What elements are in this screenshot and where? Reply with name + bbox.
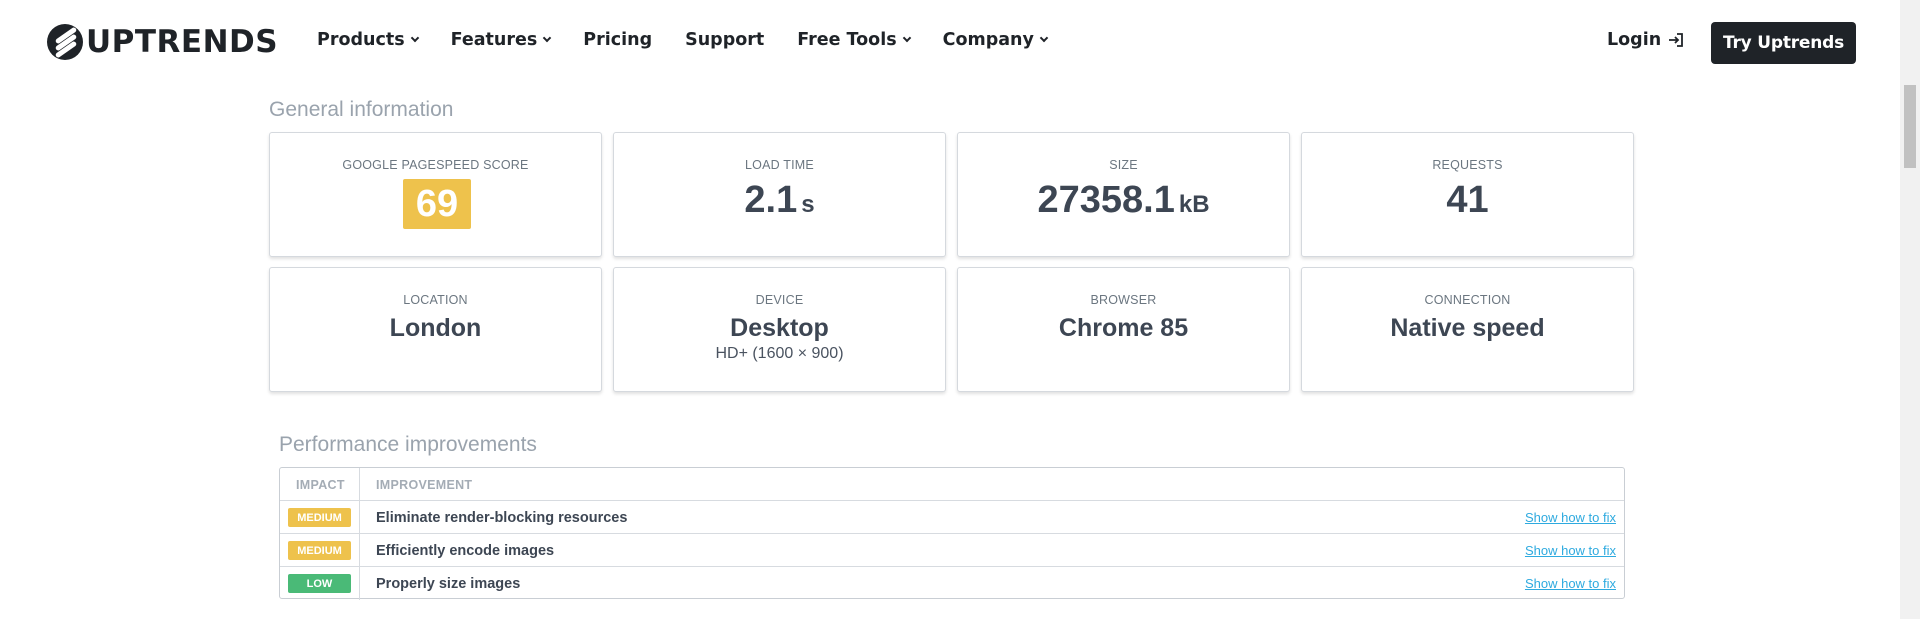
impact-badge: LOW [288,574,351,593]
size-card: SIZE 27358.1 kB [957,132,1290,257]
scrollbar-thumb[interactable] [1904,85,1916,168]
location-card: LOCATION London [269,267,602,392]
table-row: MEDIUM Efficiently encode images Show ho… [280,534,1624,567]
nav-features[interactable]: Features [451,30,552,50]
improvement-text: Properly size images [376,576,521,592]
nav-company[interactable]: Company [943,30,1049,50]
improvement-text: Eliminate render-blocking resources [376,510,628,526]
login-icon [1669,33,1684,47]
table-row: MEDIUM Eliminate render-blocking resourc… [280,501,1624,534]
chevron-down-icon [902,33,911,43]
browser-label: BROWSER [1090,293,1157,307]
location-label: LOCATION [403,293,468,307]
improvements-table: IMPACT IMPROVEMENT MEDIUM Eliminate rend… [279,467,1625,600]
requests-card: REQUESTS 41 [1301,132,1634,257]
pagespeed-card: GOOGLE PAGESPEED SCORE 69 [269,132,602,257]
load-time-card: LOAD TIME 2.1 s [613,132,946,257]
load-time-value: 2.1 s [744,179,815,221]
nav-products[interactable]: Products [317,30,419,50]
device-value: Desktop [730,314,829,342]
impact-badge: MEDIUM [288,541,351,560]
show-how-to-fix-link[interactable]: Show how to fix [1525,576,1616,591]
performance-title: Performance improvements [279,433,537,456]
size-value: 27358.1 kB [1037,179,1210,221]
location-value: London [389,314,482,342]
chevron-down-icon [543,33,552,43]
uptrends-logo[interactable]: UPTRENDS [47,24,278,60]
browser-card: BROWSER Chrome 85 [957,267,1290,392]
logo-mark-icon [47,24,83,60]
improvement-column-header: IMPROVEMENT [376,478,473,492]
table-row: LOW Properly size images Show how to fix [280,567,1624,600]
requests-label: REQUESTS [1432,158,1503,172]
impact-badge: MEDIUM [288,508,351,527]
table-header-row: IMPACT IMPROVEMENT [280,468,1624,501]
nav-pricing[interactable]: Pricing [583,30,652,50]
try-uptrends-button[interactable]: Try Uptrends [1711,22,1856,64]
device-label: DEVICE [755,293,804,307]
logo-text: UPTRENDS [86,24,279,60]
site-header: UPTRENDS Products Features Pricing Suppo… [0,0,1900,87]
connection-label: CONNECTION [1424,293,1511,307]
main-nav: Products Features Pricing Support Free T… [317,30,1080,50]
connection-value: Native speed [1390,314,1545,342]
nav-free-tools[interactable]: Free Tools [797,30,911,50]
pagespeed-label: GOOGLE PAGESPEED SCORE [342,158,529,172]
load-time-label: LOAD TIME [745,158,814,172]
chevron-down-icon [410,33,419,43]
requests-value: 41 [1446,179,1489,221]
page-scrollbar[interactable] [1900,0,1920,619]
impact-column-header: IMPACT [296,478,345,492]
improvement-text: Efficiently encode images [376,543,555,559]
login-link[interactable]: Login [1607,30,1685,50]
show-how-to-fix-link[interactable]: Show how to fix [1525,510,1616,525]
show-how-to-fix-link[interactable]: Show how to fix [1525,543,1616,558]
chevron-down-icon [1039,33,1049,43]
general-info-title: General information [269,98,454,121]
device-card: DEVICE Desktop HD+ (1600 × 900) [613,267,946,392]
nav-support[interactable]: Support [685,30,764,50]
connection-card: CONNECTION Native speed [1301,267,1634,392]
size-label: SIZE [1109,158,1138,172]
device-resolution: HD+ (1600 × 900) [715,345,844,362]
browser-value: Chrome 85 [1058,314,1189,342]
pagespeed-score-badge: 69 [403,179,471,229]
